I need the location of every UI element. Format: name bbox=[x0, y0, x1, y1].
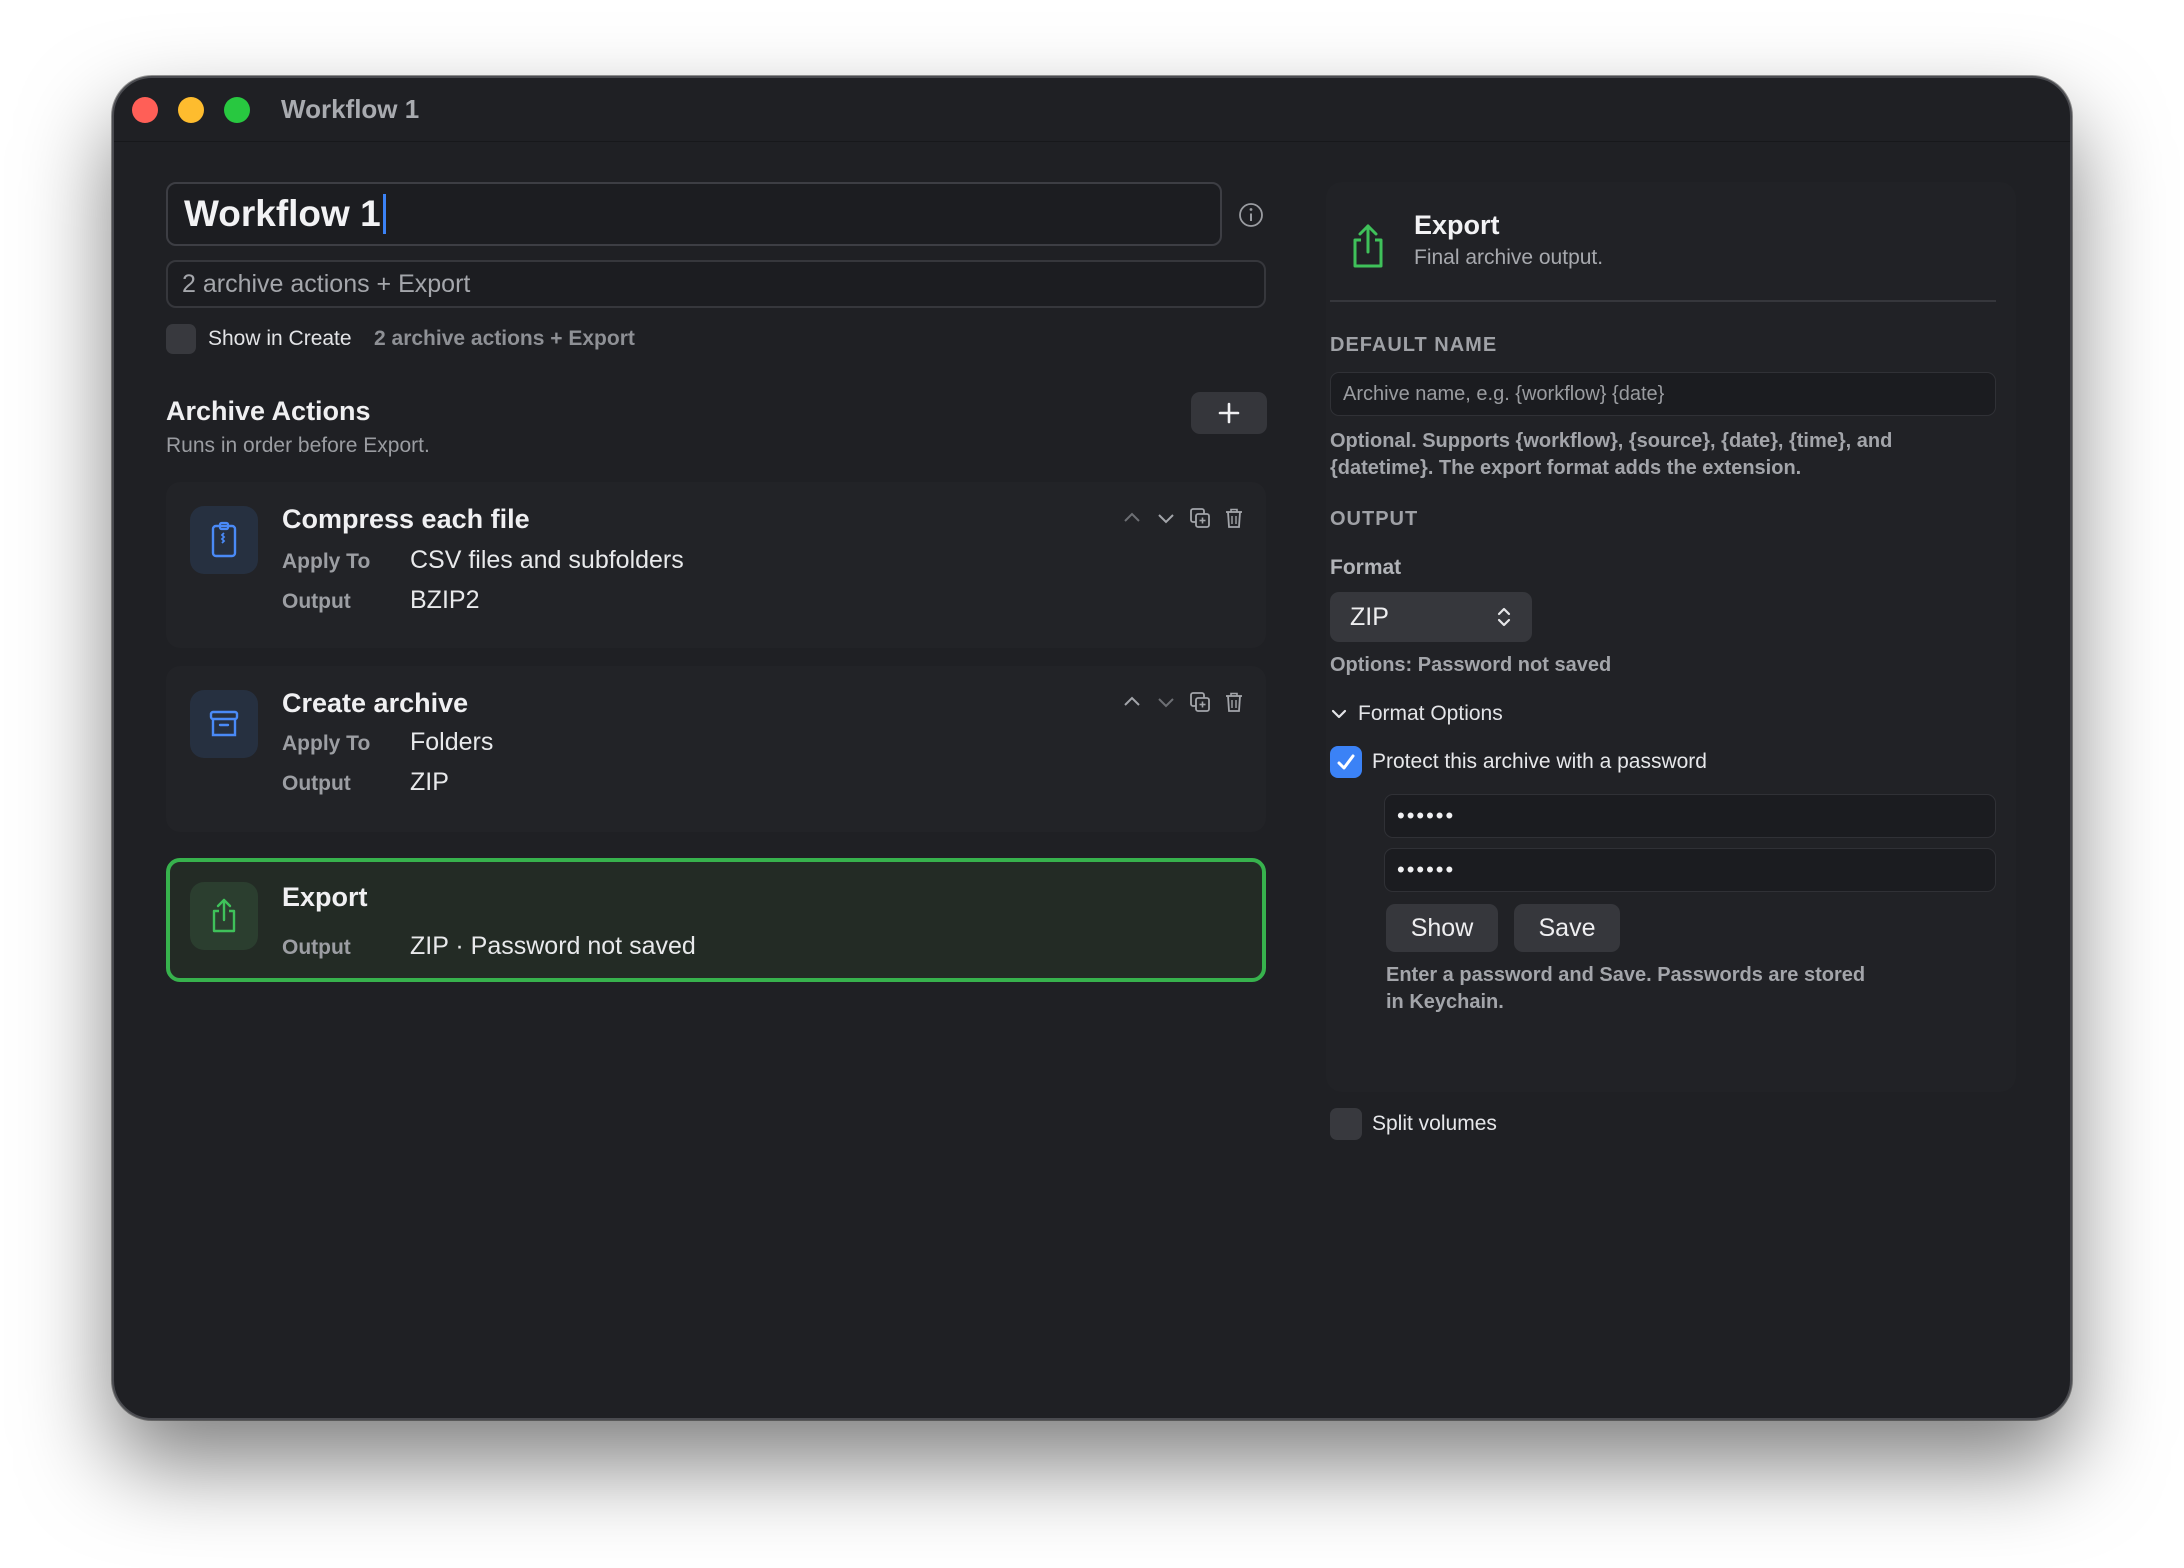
move-down-icon[interactable] bbox=[1154, 690, 1178, 714]
action-card-title: Create archive bbox=[282, 688, 469, 718]
default-name-help-line: {datetime}. The export format adds the e… bbox=[1330, 457, 1802, 479]
share-icon bbox=[1353, 224, 1383, 268]
zoom-window-button[interactable] bbox=[224, 97, 250, 123]
password-help-line: Enter a password and Save. Passwords are… bbox=[1386, 964, 1866, 986]
export-field-key: Output bbox=[282, 936, 351, 959]
trash-icon[interactable] bbox=[1222, 690, 1246, 714]
move-down-icon[interactable] bbox=[1154, 506, 1178, 530]
action-field-key: Apply To bbox=[282, 732, 371, 755]
workflow-description-value: 2 archive actions + Export bbox=[182, 269, 471, 298]
action-field-value: Folders bbox=[410, 728, 494, 756]
default-name-field[interactable] bbox=[1330, 372, 1996, 416]
export-field-value: ZIP · Password not saved bbox=[410, 932, 696, 960]
export-card-title: Export bbox=[282, 882, 368, 912]
checkmark-icon bbox=[1337, 754, 1355, 770]
show-in-create-label: Show in Create bbox=[208, 327, 352, 350]
action-card-tools bbox=[1120, 690, 1246, 714]
move-up-icon[interactable] bbox=[1120, 506, 1144, 530]
options-summary: Options: Password not saved bbox=[1330, 654, 1612, 676]
trash-icon[interactable] bbox=[1222, 506, 1246, 530]
archive-actions-subtitle: Runs in order before Export. bbox=[166, 434, 430, 457]
action-icon-tile bbox=[190, 690, 258, 758]
action-field-key: Output bbox=[282, 590, 351, 613]
format-options-label: Format Options bbox=[1358, 702, 1503, 725]
action-field-key: Apply To bbox=[282, 550, 371, 573]
protect-password-checkbox[interactable] bbox=[1330, 746, 1362, 778]
zip-file-icon bbox=[211, 521, 237, 558]
duplicate-icon[interactable] bbox=[1188, 690, 1212, 714]
workflow-summary: 2 archive actions + Export bbox=[374, 327, 635, 350]
action-field-key: Output bbox=[282, 772, 351, 795]
export-card[interactable]: Export Output ZIP · Password not saved bbox=[166, 858, 1266, 982]
archive-box-icon bbox=[209, 710, 239, 737]
format-label: Format bbox=[1330, 556, 1402, 579]
workflow-name-input[interactable]: Workflow 1 bbox=[166, 182, 1222, 246]
format-options-disclosure[interactable]: Format Options bbox=[1330, 702, 1503, 726]
show-password-button[interactable]: Show bbox=[1386, 904, 1498, 952]
export-icon-tile bbox=[190, 882, 258, 950]
protect-password-label: Protect this archive with a password bbox=[1372, 750, 1707, 773]
action-card-title: Compress each file bbox=[282, 504, 530, 534]
action-field-value: ZIP bbox=[410, 768, 449, 796]
app-window: Workflow 1 Workflow 1 2 archive actions … bbox=[112, 76, 2072, 1420]
action-card-create-archive[interactable]: Create archive Apply To Folders Output Z… bbox=[166, 666, 1266, 832]
password-help-line: in Keychain. bbox=[1386, 991, 1504, 1013]
share-icon bbox=[212, 898, 236, 933]
move-up-icon[interactable] bbox=[1120, 690, 1144, 714]
default-name-input[interactable] bbox=[1343, 382, 1983, 406]
divider bbox=[1330, 300, 1996, 302]
save-password-button[interactable]: Save bbox=[1514, 904, 1620, 952]
confirm-password-field[interactable]: •••••• bbox=[1384, 848, 1996, 892]
add-action-button[interactable] bbox=[1191, 392, 1267, 434]
action-card-compress[interactable]: Compress each file Apply To CSV files an… bbox=[166, 482, 1266, 648]
action-card-tools bbox=[1120, 506, 1246, 530]
default-name-help-line: Optional. Supports {workflow}, {source},… bbox=[1330, 430, 1893, 452]
text-caret bbox=[382, 194, 386, 234]
chevron-down-icon bbox=[1331, 709, 1347, 719]
show-in-create-checkbox[interactable] bbox=[166, 324, 196, 354]
title-bar: Workflow 1 bbox=[114, 78, 2070, 142]
workflow-description-input[interactable]: 2 archive actions + Export bbox=[166, 260, 1266, 308]
info-icon[interactable] bbox=[1238, 202, 1264, 228]
split-volumes-checkbox[interactable] bbox=[1330, 1108, 1362, 1140]
split-volumes-label: Split volumes bbox=[1372, 1112, 1497, 1135]
plus-icon bbox=[1218, 402, 1240, 424]
workflow-name-value: Workflow 1 bbox=[184, 193, 381, 234]
minimize-window-button[interactable] bbox=[178, 97, 204, 123]
action-field-value: CSV files and subfolders bbox=[410, 546, 684, 574]
close-window-button[interactable] bbox=[132, 97, 158, 123]
output-section-label: OUTPUT bbox=[1330, 508, 1419, 530]
format-select[interactable]: ZIP bbox=[1330, 592, 1532, 642]
password-field[interactable]: •••••• bbox=[1384, 794, 1996, 838]
duplicate-icon[interactable] bbox=[1188, 506, 1212, 530]
action-icon-tile bbox=[190, 506, 258, 574]
window-title: Workflow 1 bbox=[281, 94, 420, 124]
action-field-value: BZIP2 bbox=[410, 586, 480, 614]
format-select-value: ZIP bbox=[1350, 602, 1389, 631]
archive-actions-heading: Archive Actions bbox=[166, 396, 371, 426]
updown-chevron-icon bbox=[1497, 607, 1511, 627]
inspector-subtitle: Final archive output. bbox=[1414, 246, 1604, 269]
inspector-title: Export bbox=[1414, 210, 1500, 240]
default-name-label: DEFAULT NAME bbox=[1330, 334, 1498, 356]
